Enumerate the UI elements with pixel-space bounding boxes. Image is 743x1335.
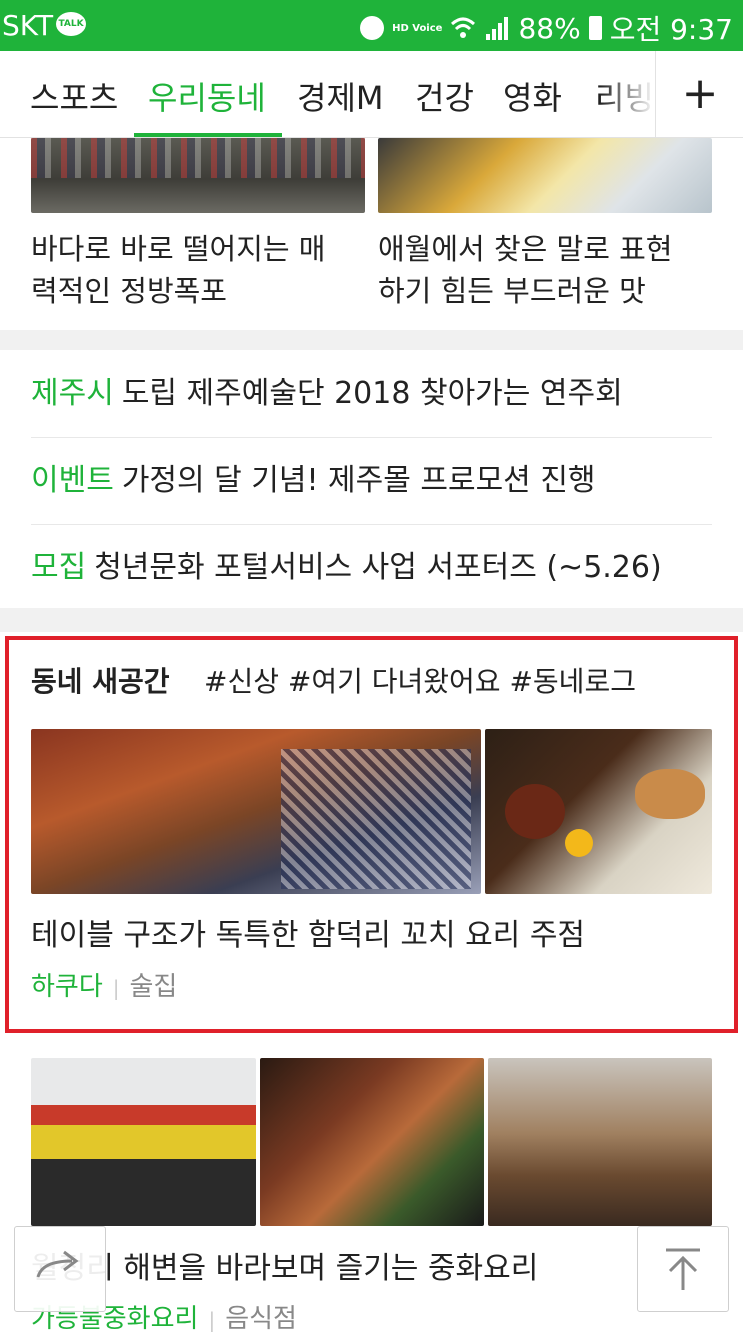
list-item[interactable]: 제주시 도립 제주예술단 2018 찾아가는 연주회: [31, 350, 712, 438]
waterfall-photo: [31, 138, 365, 213]
alarm-icon: [360, 16, 385, 40]
category-tab-bar: 스포츠 우리동네 경제M 건강 영화 리빙 +: [0, 51, 743, 138]
restaurant-exterior-photo: [31, 1058, 256, 1226]
wifi-icon: [451, 17, 476, 38]
card-title: 월정리 해변을 바라보며 즐기는 중화요리: [31, 1251, 539, 1286]
share-button[interactable]: [14, 1226, 106, 1312]
section-heading: 동네 새공간: [31, 665, 170, 698]
news-text: 가정의 달 기념! 제주몰 프로모션 진행: [121, 463, 596, 498]
top-cards-section: 바다로 바로 떨어지는 매 력적인 정방폭포 애월에서 찾은 말로 표현 하기 …: [0, 138, 743, 330]
tab-movie[interactable]: 영화: [503, 73, 562, 119]
status-right: HD Voice 88% 오전 9:37: [360, 8, 733, 48]
news-tag: 이벤트: [31, 463, 114, 498]
kakaotalk-icon: TALK: [56, 12, 86, 36]
clock: 오전 9:37: [609, 13, 733, 46]
meta-separator: |: [208, 1308, 216, 1332]
scroll-top-icon: [666, 1248, 700, 1290]
card-title: 바다로 바로 떨어지는 매 력적인 정방폭포: [31, 228, 365, 312]
share-arrow-icon: [36, 1250, 79, 1278]
tab-sports[interactable]: 스포츠: [30, 73, 118, 119]
place-name: 하쿠다: [31, 972, 103, 1002]
skewer-food-photo: [485, 729, 712, 894]
hd-voice-icon: HD Voice: [392, 22, 443, 34]
section-divider: [0, 330, 743, 350]
section-divider: [0, 608, 743, 632]
card-title-line: 바다로 바로 떨어지는 매: [31, 232, 326, 266]
status-bar: SKT TALK HD Voice 88% 오전 9:37: [0, 0, 743, 51]
carrier-label: SKT: [2, 9, 54, 42]
bar-counter-photo: [31, 729, 481, 894]
place-category: 술집: [129, 972, 178, 1002]
card-meta: 하쿠다 | 술집: [31, 966, 177, 1003]
card-title: 애월에서 찾은 말로 표현 하기 힘든 부드러운 맛: [378, 228, 712, 312]
news-list-section: 제주시 도립 제주예술단 2018 찾아가는 연주회 이벤트 가정의 달 기념! 제…: [0, 350, 743, 608]
interior-photo: [488, 1058, 712, 1226]
scroll-top-button[interactable]: [637, 1226, 729, 1312]
signal-icon: [486, 17, 509, 40]
bottom-card-section: 월정리 해변을 바라보며 즐기는 중화요리 가등불중화요리 | 음식점: [0, 1040, 743, 1334]
news-text: 도립 제주예술단 2018 찾아가는 연주회: [121, 376, 623, 411]
hashtag-links[interactable]: #신상 #여기 다녀왔어요 #동네로그: [204, 660, 636, 700]
tab-fade: [600, 51, 655, 137]
add-tab-button[interactable]: +: [655, 51, 743, 137]
battery-icon: [588, 16, 602, 40]
tab-health[interactable]: 건강: [415, 73, 474, 119]
tab-neighborhood[interactable]: 우리동네: [148, 73, 266, 119]
news-tag: 제주시: [31, 376, 114, 411]
meta-separator: |: [112, 976, 120, 1000]
dessert-photo: [378, 138, 712, 213]
card-title: 테이블 구조가 독특한 함덕리 꼬치 요리 주점: [31, 918, 586, 953]
card-title-line: 력적인 정방폭포: [31, 274, 227, 308]
card-title-line: 애월에서 찾은 말로 표현: [378, 232, 673, 266]
tab-economy[interactable]: 경제M: [297, 73, 384, 119]
news-text: 청년문화 포털서비스 사업 서포터즈 (~5.26): [94, 550, 662, 585]
news-tag: 모집: [31, 550, 87, 585]
card-title-line: 하기 힘든 부드러운 맛: [378, 274, 646, 308]
dish-photo: [260, 1058, 484, 1226]
battery-percent: 88%: [518, 11, 581, 45]
place-category: 음식점: [225, 1304, 297, 1334]
active-tab-indicator: [134, 133, 282, 137]
list-item[interactable]: 이벤트 가정의 달 기념! 제주몰 프로모션 진행: [31, 437, 712, 525]
list-item[interactable]: 모집 청년문화 포털서비스 사업 서포터즈 (~5.26): [31, 524, 712, 611]
